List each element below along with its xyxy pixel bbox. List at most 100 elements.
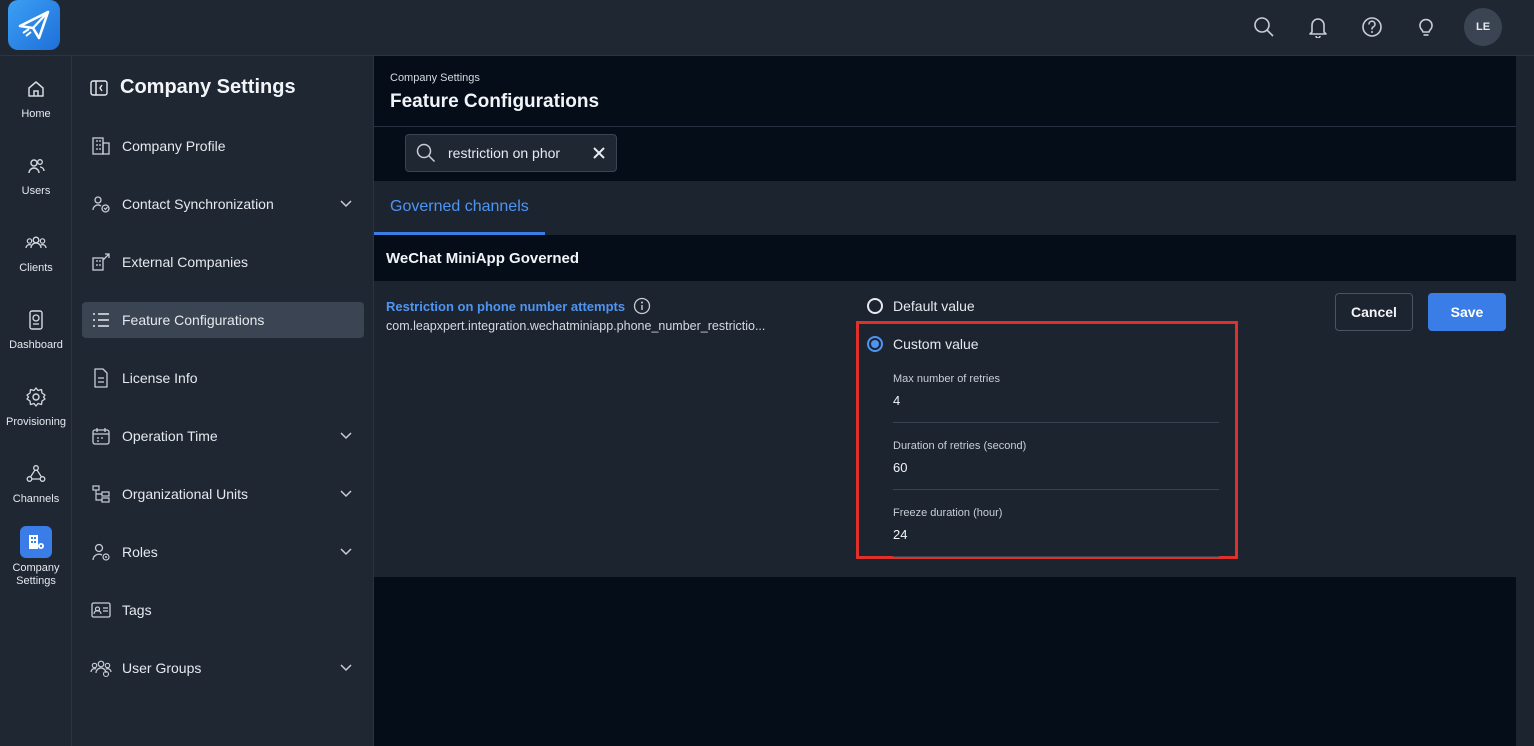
radio-button-selected[interactable] (867, 336, 883, 352)
rail-item-users[interactable]: Users (0, 151, 72, 198)
rail-item-provisioning[interactable]: Provisioning (0, 382, 72, 429)
dashboard-icon (21, 305, 51, 335)
sidebar-item-label: User Groups (122, 660, 202, 676)
document-icon (90, 367, 112, 389)
scrollbar-strip[interactable] (1516, 56, 1534, 746)
rail-label: Home (21, 108, 51, 120)
rail-label: Provisioning (6, 416, 66, 428)
rail-label: Clients (19, 262, 53, 274)
chevron-down-icon[interactable] (338, 428, 354, 444)
rail-label: Channels (12, 493, 60, 505)
field-label: Duration of retries (second) (893, 440, 1027, 452)
user-role-icon (90, 541, 112, 563)
field-value[interactable]: 4 (893, 393, 1219, 408)
external-building-icon (90, 251, 112, 273)
chevron-down-icon[interactable] (338, 544, 354, 560)
rail-item-company-settings[interactable]: Company Settings (0, 526, 72, 588)
settings-sidebar: Company Settings Company Profile Contact… (72, 56, 374, 746)
clients-icon (21, 228, 51, 258)
search-input[interactable]: restriction on phor (448, 145, 592, 161)
sidebar-item-label: Roles (122, 544, 158, 560)
sidebar-item-label: Company Profile (122, 138, 226, 154)
radio-label: Default value (893, 298, 975, 314)
clear-icon[interactable] (592, 146, 606, 160)
search-box[interactable]: restriction on phor (405, 134, 617, 172)
sidebar-item-operation-time[interactable]: Operation Time (82, 418, 364, 454)
sidebar-item-roles[interactable]: Roles (82, 534, 364, 570)
contact-sync-icon (90, 193, 112, 215)
sidebar-item-tags[interactable]: Tags (82, 592, 364, 628)
section-title: WeChat MiniApp Governed (374, 235, 1516, 281)
rail-item-channels[interactable]: Channels (0, 459, 72, 506)
radio-label: Custom value (893, 336, 979, 352)
sidebar-item-user-groups[interactable]: User Groups (82, 650, 364, 686)
chevron-down-icon[interactable] (338, 196, 354, 212)
tab-governed-channels[interactable]: Governed channels (374, 181, 545, 235)
cancel-button[interactable]: Cancel (1335, 293, 1413, 331)
sidebar-title: Company Settings (120, 76, 296, 98)
channels-icon (21, 459, 51, 489)
search-icon[interactable] (1248, 9, 1280, 45)
save-button[interactable]: Save (1428, 293, 1506, 331)
rail-item-dashboard[interactable]: Dashboard (0, 305, 72, 352)
sidebar-item-company-profile[interactable]: Company Profile (82, 128, 364, 164)
users-icon (21, 151, 51, 181)
rail-label: Company Settings (12, 562, 60, 587)
avatar[interactable]: LE (1464, 8, 1502, 46)
config-key: com.leapxpert.integration.wechatminiapp.… (386, 319, 766, 333)
tag-card-icon (90, 599, 112, 621)
freeze-duration-field[interactable]: Freeze duration (hour) 24 (893, 507, 1219, 557)
tab-bar: Governed channels (374, 181, 1516, 235)
custom-value-radio[interactable]: Custom value (867, 336, 979, 352)
radio-button[interactable] (867, 298, 883, 314)
building-icon (90, 135, 112, 157)
rail-item-clients[interactable]: Clients (0, 228, 72, 275)
sidebar-item-label: External Companies (122, 254, 249, 270)
sidebar-item-label: Feature Configurations (122, 312, 265, 328)
breadcrumb[interactable]: Company Settings (390, 72, 480, 84)
chevron-down-icon[interactable] (338, 660, 354, 676)
sidebar-item-license-info[interactable]: License Info (82, 360, 364, 396)
sidebar-item-contact-synchronization[interactable]: Contact Synchronization (82, 186, 364, 222)
rail-label: Users (21, 185, 51, 197)
search-icon (416, 143, 436, 163)
building-icon (20, 526, 52, 558)
divider (374, 126, 1516, 127)
field-value[interactable]: 24 (893, 527, 1219, 542)
config-name-label: Restriction on phone number attempts (386, 298, 626, 314)
info-icon[interactable] (633, 297, 651, 315)
home-icon (21, 74, 51, 104)
sidebar-item-label: Operation Time (122, 428, 218, 444)
max-retries-field[interactable]: Max number of retries 4 (893, 373, 1219, 423)
sidebar-item-external-companies[interactable]: External Companies (82, 244, 364, 280)
user-group-icon (90, 657, 112, 679)
sidebar-item-label: Organizational Units (122, 486, 249, 502)
calendar-icon (90, 425, 112, 447)
gear-icon (21, 382, 51, 412)
bell-icon[interactable] (1302, 9, 1334, 45)
config-panel: Restriction on phone number attempts com… (374, 281, 1516, 577)
sidebar-item-feature-configurations[interactable]: Feature Configurations (82, 302, 364, 338)
field-value[interactable]: 60 (893, 460, 1219, 475)
top-bar: LE (0, 0, 1534, 56)
sidebar-item-organizational-units[interactable]: Organizational Units (82, 476, 364, 512)
rail-item-home[interactable]: Home (0, 74, 72, 121)
rail-label: Dashboard (9, 339, 63, 351)
retry-duration-field[interactable]: Duration of retries (second) 60 (893, 440, 1219, 490)
help-icon[interactable] (1356, 9, 1388, 45)
lightbulb-icon[interactable] (1410, 9, 1442, 45)
collapse-panel-icon[interactable] (90, 79, 108, 96)
field-label: Max number of retries (893, 373, 1000, 385)
list-icon (90, 309, 112, 331)
page-title: Feature Configurations (390, 91, 600, 112)
field-label: Freeze duration (hour) (893, 507, 1003, 519)
sidebar-item-label: Tags (122, 602, 152, 618)
paper-plane-icon (18, 10, 50, 40)
default-value-radio[interactable]: Default value (867, 298, 975, 314)
sidebar-item-label: License Info (122, 370, 198, 386)
config-name: Restriction on phone number attempts (386, 297, 651, 315)
chevron-down-icon[interactable] (338, 486, 354, 502)
nav-rail: Home Users Clients Dashboard Provisionin… (0, 56, 72, 746)
app-logo[interactable] (8, 0, 60, 50)
org-tree-icon (90, 483, 112, 505)
